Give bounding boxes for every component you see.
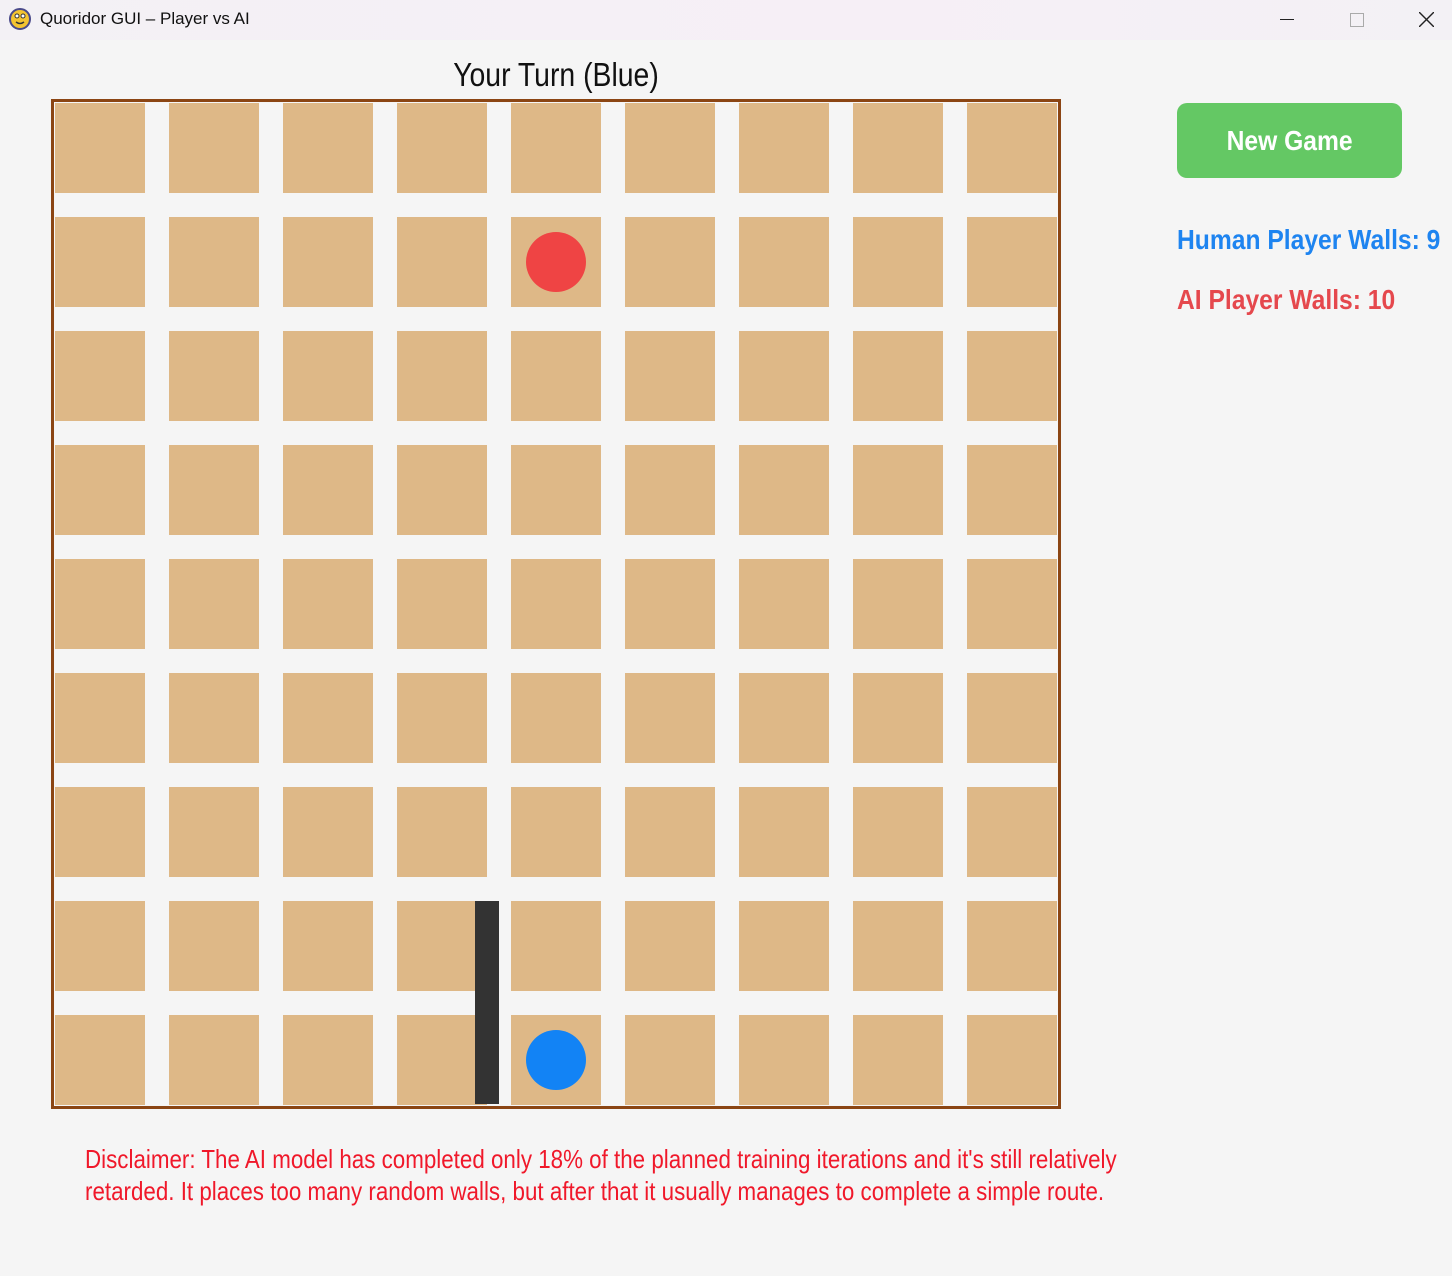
disclaimer-text: Disclaimer: The AI model has completed o… [85,1143,1117,1207]
ai-pawn [526,232,586,292]
minimize-button[interactable] [1254,0,1322,40]
board-cell[interactable] [739,103,829,193]
board-cell[interactable] [853,331,943,421]
board-cell[interactable] [283,559,373,649]
maximize-button[interactable] [1322,0,1390,40]
board-cell[interactable] [397,787,487,877]
board-cell[interactable] [739,445,829,535]
title-bar: Quoridor GUI – Player vs AI [0,0,1452,40]
window-title: Quoridor GUI – Player vs AI [40,9,250,28]
board-cell[interactable] [397,673,487,763]
board-cell[interactable] [55,331,145,421]
wall [475,901,499,1104]
board-cell[interactable] [55,445,145,535]
board-cell[interactable] [853,559,943,649]
board-cell[interactable] [511,445,601,535]
board-cell[interactable] [967,1015,1057,1105]
board-cell[interactable] [739,559,829,649]
board-cell[interactable] [625,331,715,421]
close-button[interactable] [1392,0,1452,40]
new-game-button[interactable]: New Game [1177,103,1402,178]
board-cell[interactable] [853,787,943,877]
board-cell[interactable] [625,901,715,991]
board-cell[interactable] [55,1015,145,1105]
board-cell[interactable] [625,103,715,193]
turn-status: Your Turn (Blue) [453,56,659,93]
board-cell[interactable] [739,217,829,307]
board-cell[interactable] [169,217,259,307]
board-cell[interactable] [169,901,259,991]
board-cell[interactable] [967,787,1057,877]
board-cell[interactable] [283,1015,373,1105]
board-cell[interactable] [739,331,829,421]
board-cell[interactable] [55,673,145,763]
board-cell[interactable] [625,787,715,877]
board-cell[interactable] [55,103,145,193]
board-cell[interactable] [283,445,373,535]
board-cell[interactable] [169,559,259,649]
human-pawn[interactable] [526,1030,586,1090]
board-cell[interactable] [397,217,487,307]
board-cell[interactable] [283,103,373,193]
board-cell[interactable] [739,673,829,763]
board-cell[interactable] [967,103,1057,193]
board-cell[interactable] [511,673,601,763]
board-cell[interactable] [169,331,259,421]
board-cell[interactable] [55,559,145,649]
board-cell[interactable] [967,217,1057,307]
disclaimer-line: Disclaimer: The AI model has completed o… [85,1144,1117,1174]
board-cell[interactable] [853,901,943,991]
board-cell[interactable] [169,445,259,535]
board-cell[interactable] [397,331,487,421]
board-cell[interactable] [283,331,373,421]
board-cell[interactable] [967,559,1057,649]
board-cell[interactable] [511,331,601,421]
board-cell[interactable] [397,103,487,193]
board-cell[interactable] [169,103,259,193]
board-cell[interactable] [169,673,259,763]
board-cell[interactable] [967,901,1057,991]
snake-icon [9,8,31,30]
board-cell[interactable] [625,673,715,763]
board-cell[interactable] [853,445,943,535]
board-cell[interactable] [739,1015,829,1105]
board-cell[interactable] [967,445,1057,535]
board-cell[interactable] [853,673,943,763]
board-cell[interactable] [853,103,943,193]
new-game-label: New Game [1226,124,1353,156]
board-cell[interactable] [397,559,487,649]
board-cell[interactable] [511,901,601,991]
board-cell[interactable] [55,901,145,991]
board-cell[interactable] [739,787,829,877]
board-cell[interactable] [511,787,601,877]
close-icon [1419,12,1434,27]
board-cell[interactable] [625,445,715,535]
disclaimer-line: retarded. It places too many random wall… [85,1176,1105,1206]
board-cell[interactable] [397,445,487,535]
board-cell[interactable] [625,217,715,307]
board-cell[interactable] [55,787,145,877]
board-cell[interactable] [967,673,1057,763]
board-cell[interactable] [397,1015,487,1105]
board-cell[interactable] [283,901,373,991]
board-cell[interactable] [625,559,715,649]
board-cell[interactable] [169,787,259,877]
board-cell[interactable] [283,217,373,307]
board-cell[interactable] [511,559,601,649]
board-cell[interactable] [853,217,943,307]
board-cell[interactable] [853,1015,943,1105]
board-cell[interactable] [55,217,145,307]
board-cell[interactable] [169,1015,259,1105]
board-cell[interactable] [397,901,487,991]
ai-walls-count: AI Player Walls: 10 [1177,284,1396,315]
board-cell[interactable] [967,331,1057,421]
board-cell[interactable] [283,787,373,877]
board-cell[interactable] [739,901,829,991]
game-board[interactable] [51,99,1061,1109]
board-cell[interactable] [511,103,601,193]
board-cell[interactable] [625,1015,715,1105]
human-walls-count: Human Player Walls: 9 [1177,224,1441,255]
board-cell[interactable] [283,673,373,763]
